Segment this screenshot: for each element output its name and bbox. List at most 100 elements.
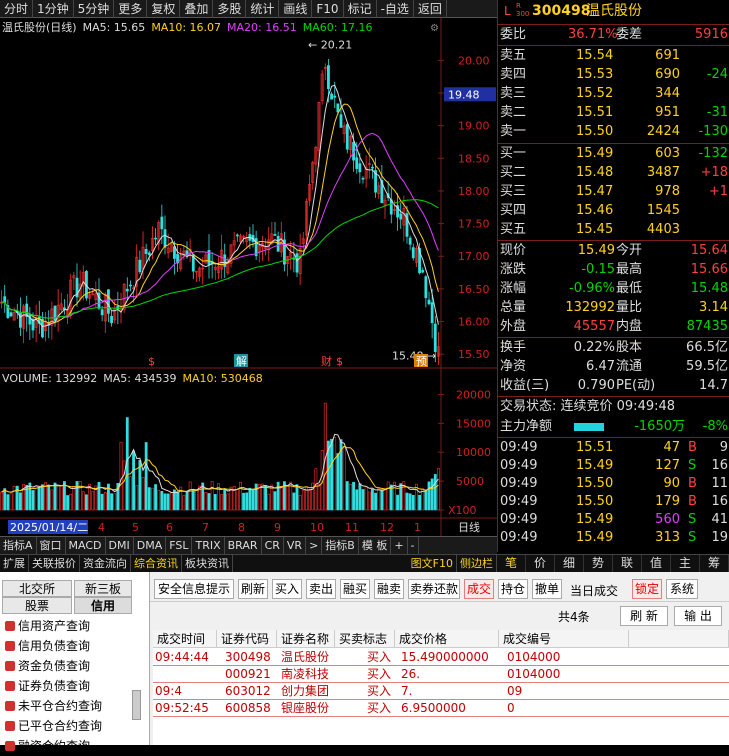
toolbar-item[interactable]: 统计 xyxy=(246,0,280,18)
volume-bar xyxy=(154,484,157,511)
toolbar-item[interactable]: -自选 xyxy=(377,0,414,18)
indicator-tab[interactable]: VR xyxy=(284,537,307,554)
tab-bse[interactable]: 北交所 xyxy=(2,580,72,597)
nav-item[interactable]: 信用负债查询 xyxy=(5,636,90,656)
trade-button[interactable]: 锁定 xyxy=(632,579,662,599)
volume-bar xyxy=(185,491,189,511)
toolbar-item[interactable]: 返回 xyxy=(414,0,447,18)
toolbar-item[interactable]: 分时 xyxy=(0,0,34,18)
info-tab-right[interactable]: 图文F10 xyxy=(408,555,457,572)
trade-row[interactable]: 09:52:45 600858 银座股份 买入 6.9500000 0 xyxy=(153,700,729,717)
table-header[interactable]: 成交价格 xyxy=(395,630,499,648)
nav-item[interactable]: 证券负债查询 xyxy=(5,676,90,696)
event-marker[interactable]: $ xyxy=(148,355,155,368)
tick-row: 09:49 15.49 313 S 19 xyxy=(500,530,728,545)
table-header[interactable]: 买卖标志 xyxy=(335,630,395,648)
indicator-tab[interactable]: MACD xyxy=(66,537,106,554)
toolbar-item[interactable]: 画线 xyxy=(279,0,313,18)
indicator-tab[interactable]: DMI xyxy=(106,537,134,554)
table-header[interactable]: 证券代码 xyxy=(217,630,277,648)
nav-item[interactable]: 已平仓合约查询 xyxy=(5,716,102,736)
right-tab[interactable]: 细 xyxy=(555,555,584,572)
settings-icon[interactable]: ⚙ xyxy=(430,23,439,34)
nav-item[interactable]: 资金负债查询 xyxy=(5,656,90,676)
toolbar-item[interactable]: F10 xyxy=(312,0,344,18)
event-marker[interactable]: $ xyxy=(336,355,343,368)
trade-row[interactable]: 000921 南凌科技 买入 26. 0104000 xyxy=(153,666,729,683)
volume-bar xyxy=(411,495,415,511)
trade-row[interactable]: 09:44:44 300498 温氏股份 买入 15.490000000 0104000 xyxy=(153,649,729,666)
tab-credit[interactable]: 信用 xyxy=(74,597,132,614)
indicator-tab[interactable]: TRIX xyxy=(192,537,225,554)
toolbar-item[interactable]: 更多 xyxy=(114,0,148,18)
volume-bar xyxy=(6,494,10,511)
indicator-tab[interactable]: FSL xyxy=(166,537,193,554)
event-marker[interactable]: 财 xyxy=(321,354,332,368)
right-tab[interactable]: 筹 xyxy=(700,555,729,572)
table-header[interactable]: 证券名称 xyxy=(277,630,335,648)
right-tab[interactable]: 笔 xyxy=(497,555,526,572)
indicator-tab[interactable]: 指标B xyxy=(322,537,359,554)
toolbar-item[interactable]: 叠加 xyxy=(180,0,214,18)
trade-button[interactable]: 成交 xyxy=(464,579,494,599)
right-tab[interactable]: 价 xyxy=(526,555,555,572)
quote-panel: LR 300 300498 温氏股份 委比 36.71% 委差 5916 卖五 15.54 691… xyxy=(497,0,729,552)
toolbar-item[interactable]: 复权 xyxy=(147,0,181,18)
toolbar-item[interactable]: 标记 xyxy=(344,0,377,18)
volume-bar xyxy=(191,490,195,511)
indicator-tab[interactable]: CR xyxy=(262,537,284,554)
table-header[interactable]: 成交时间 xyxy=(153,630,217,648)
candle-body xyxy=(424,276,428,299)
indicator-tab[interactable]: 窗口 xyxy=(37,537,66,554)
refresh-button[interactable]: 刷 新 xyxy=(620,606,668,626)
nav-scrollbar[interactable] xyxy=(132,690,141,720)
nav-item[interactable]: 未平仓合约查询 xyxy=(5,696,102,716)
candle-body xyxy=(330,93,333,100)
tab-stock[interactable]: 股票 xyxy=(2,597,72,614)
main-flow: 主力净额 -1650万 -8% xyxy=(500,419,728,434)
trade-button[interactable]: 安全信息提示 xyxy=(154,579,234,599)
kline-chart[interactable]: 温氏股份(日线) MA5: 15.65 MA10: 16.07 MA20: 16.51… xyxy=(0,18,497,536)
candle-body xyxy=(138,259,142,273)
indicator-tab[interactable]: 指标A xyxy=(0,537,37,554)
tab-neeq[interactable]: 新三板 xyxy=(74,580,132,597)
right-tab[interactable]: 主 xyxy=(671,555,700,572)
trade-button[interactable]: 持仓 xyxy=(498,579,528,599)
indicator-tab[interactable]: - xyxy=(408,537,419,554)
export-button[interactable]: 输 出 xyxy=(674,606,722,626)
trade-button[interactable]: 卖券还款 xyxy=(408,579,460,599)
trade-row[interactable]: 09:4 603012 创力集团 买入 7. 09 xyxy=(153,683,729,700)
toolbar-item[interactable]: 5分钟 xyxy=(74,0,115,18)
trade-button[interactable]: 撤单 xyxy=(532,579,562,599)
indicator-tab[interactable]: 模 板 xyxy=(359,537,392,554)
trade-button[interactable]: 卖出 xyxy=(306,579,336,599)
right-tab[interactable]: 联 xyxy=(613,555,642,572)
info-tab[interactable]: 板块资讯 xyxy=(182,555,233,572)
volume-bar xyxy=(19,492,22,511)
info-tab[interactable]: 资金流向 xyxy=(80,555,131,572)
right-tab[interactable]: 势 xyxy=(584,555,613,572)
trade-button[interactable]: 融买 xyxy=(340,579,370,599)
info-tab[interactable]: 关联报价 xyxy=(29,555,80,572)
info-tab-right[interactable]: 侧边栏 xyxy=(457,555,497,572)
candle-body xyxy=(100,309,104,316)
info-tab[interactable]: 扩展 xyxy=(0,555,29,572)
indicator-tab[interactable]: BRAR xyxy=(225,537,262,554)
right-tab[interactable]: 值 xyxy=(642,555,671,572)
nav-item[interactable]: 融资合约查询 xyxy=(5,736,90,756)
trade-button[interactable]: 刷新 xyxy=(238,579,268,599)
toolbar-item[interactable]: 1分钟 xyxy=(33,0,74,18)
event-marker[interactable]: 解 xyxy=(236,354,247,368)
event-marker[interactable]: 预 xyxy=(416,355,427,368)
trade-button[interactable]: 系统 xyxy=(666,579,698,599)
trade-button[interactable]: 买入 xyxy=(272,579,302,599)
indicator-tab[interactable]: + xyxy=(391,537,408,554)
info-tab[interactable]: 综合资讯 xyxy=(131,555,182,572)
indicator-tab[interactable]: > xyxy=(306,537,323,554)
table-header[interactable]: 成交编号 xyxy=(499,630,629,648)
trade-button[interactable]: 融卖 xyxy=(374,579,404,599)
toolbar-item[interactable]: 多股 xyxy=(213,0,247,18)
indicator-tab[interactable]: DMA xyxy=(134,537,167,554)
nav-item[interactable]: 信用资产查询 xyxy=(5,616,90,636)
period-label[interactable]: 日线 xyxy=(458,520,480,534)
